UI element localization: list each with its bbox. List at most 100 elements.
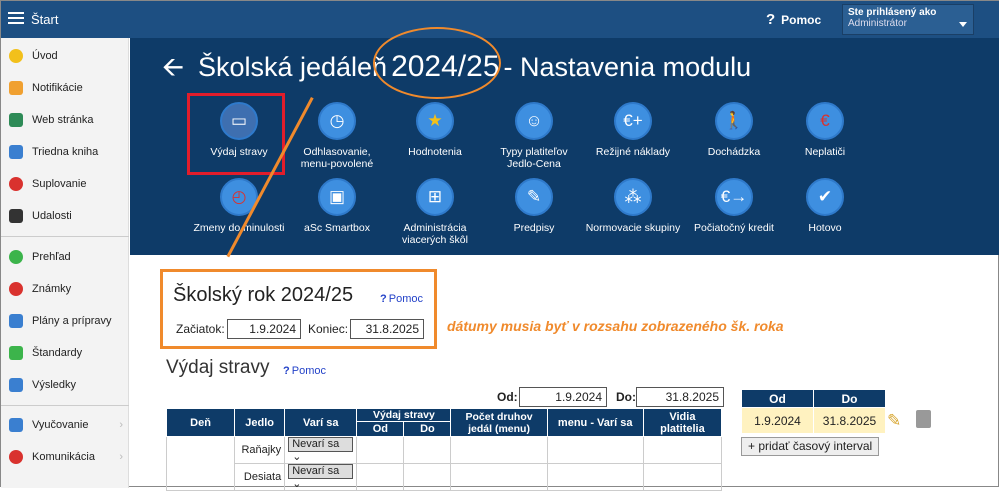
- sidebar-item-label: Úvod: [32, 50, 58, 62]
- module-rezijne-naklady[interactable]: €+ Režijné náklady: [585, 102, 681, 158]
- select-value: Nevarí sa: [292, 438, 340, 450]
- back-arrow-icon[interactable]: 🡨: [162, 52, 184, 82]
- sidebar: Úvod Notifikácie Web stránka Triedna kni…: [1, 38, 129, 488]
- sidebar-item-triedna-kniha[interactable]: Triedna kniha: [1, 136, 129, 168]
- euro-plus-icon: €+: [614, 102, 652, 140]
- interval-col-od: Od: [741, 389, 814, 408]
- module-typy-platitelov[interactable]: ☺ Typy platiteľov Jedlo-Cena: [486, 102, 582, 170]
- module-pociatocny-kredit[interactable]: €→ Počiatočný kredit: [686, 178, 782, 234]
- module-hodnotenia[interactable]: ★ Hodnotenia: [387, 102, 483, 158]
- sidebar-item-label: Web stránka: [32, 114, 94, 126]
- star-icon: [9, 49, 23, 63]
- user-name: Administrátor: [848, 18, 907, 29]
- col-vari-sa: Varí sa: [284, 408, 358, 437]
- chevron-right-icon: ›: [119, 419, 123, 431]
- sidebar-item-plany[interactable]: Plány a prípravy: [1, 305, 129, 337]
- top-bar: Štart ? Pomoc Ste prihlásený ako Administ…: [1, 1, 999, 38]
- sidebar-item-notifikacie[interactable]: Notifikácie: [1, 72, 129, 104]
- interval-col-do: Do: [813, 389, 886, 408]
- highlight-box: [187, 93, 285, 175]
- sidebar-item-label: Prehľad: [32, 251, 71, 263]
- do-input[interactable]: 31.8.2025: [636, 387, 724, 407]
- col-jedlo: Jedlo: [234, 408, 286, 437]
- help-label: Pomoc: [781, 13, 822, 27]
- table-row: Desiata Nevarí sa ⌄: [167, 463, 723, 491]
- col-den: Deň: [165, 408, 236, 437]
- sidebar-item-label: Triedna kniha: [32, 146, 99, 158]
- vari-sa-select[interactable]: Nevarí sa ⌄: [288, 437, 354, 463]
- chevron-down-icon: ⌄: [292, 451, 302, 463]
- sidebar-item-vyucovanie[interactable]: Vyučovanie ›: [1, 409, 129, 441]
- table-cell: [165, 436, 236, 491]
- module-label: Hodnotenia: [408, 146, 462, 158]
- help-link[interactable]: ? Pomoc: [380, 293, 423, 305]
- sidebar-item-web[interactable]: Web stránka: [1, 104, 129, 136]
- user-dropdown[interactable]: Ste prihlásený ako Administrátor: [842, 4, 974, 35]
- help-link[interactable]: ? Pomoc: [283, 365, 326, 377]
- euro-arrow-icon: €→: [715, 178, 753, 216]
- add-interval-button[interactable]: + pridať časový interval: [741, 437, 880, 456]
- table-cell: [450, 463, 548, 491]
- module-label: Neplatiči: [804, 146, 846, 158]
- table-cell: [546, 436, 644, 464]
- sidebar-item-komunikacia[interactable]: Komunikácia ›: [1, 441, 129, 473]
- title-suffix: - Nastavenia modulu: [503, 52, 752, 82]
- trash-icon[interactable]: [916, 410, 931, 428]
- star-icon: ★: [416, 102, 454, 140]
- table-cell: [450, 436, 548, 464]
- col-vydaj-stravy: Výdaj stravy: [356, 408, 452, 422]
- od-input[interactable]: 1.9.2024: [519, 387, 607, 407]
- module-label: Režijné náklady: [595, 146, 671, 158]
- grades-icon: [9, 282, 23, 296]
- sidebar-item-label: Známky: [32, 283, 72, 295]
- chat-icon: [9, 450, 23, 464]
- caret-down-icon: [959, 22, 967, 27]
- help-link[interactable]: ? Pomoc: [766, 11, 821, 28]
- start-link[interactable]: Štart: [31, 12, 58, 27]
- module-neplatici[interactable]: € Neplatiči: [777, 102, 873, 158]
- school-year-box: Školský rok 2024/25 ? Pomoc Začiatok: 1.9…: [160, 269, 437, 349]
- module-administracia[interactable]: ⊞ Administrácia viacerých škôl: [387, 178, 483, 246]
- menu-icon[interactable]: [8, 12, 24, 24]
- chevron-down-icon: ⌄: [292, 478, 302, 490]
- module-zmeny-do-minulosti[interactable]: ◴ Zmeny do minulosti: [191, 178, 287, 234]
- sidebar-item-vysledky[interactable]: Výsledky: [1, 369, 129, 401]
- sidebar-item-standardy[interactable]: Štandardy: [1, 337, 129, 369]
- sidebar-item-prehlad[interactable]: Prehľad: [1, 241, 129, 273]
- sidebar-item-znamky[interactable]: Známky: [1, 273, 129, 305]
- help-label: Pomoc: [291, 365, 326, 377]
- table-row: Raňajky Nevarí sa ⌄: [165, 436, 723, 491]
- od-label: Od:: [497, 390, 518, 404]
- title-text: Školská jedáleň: [197, 52, 388, 82]
- vari-sa-select[interactable]: Nevarí sa ⌄: [288, 464, 354, 490]
- book-icon: [9, 145, 23, 159]
- clock-icon: ◷: [318, 102, 356, 140]
- shield-icon: [9, 346, 23, 360]
- interval-table: Od Do 1.9.2024 31.8.2025: [741, 389, 886, 434]
- question-icon: ?: [380, 293, 387, 305]
- module-smartbox[interactable]: ▣ aSc Smartbox: [289, 178, 385, 234]
- module-label: Hotovo: [808, 222, 842, 234]
- money-bag-icon: €: [806, 102, 844, 140]
- pencil-icon[interactable]: ✎: [887, 411, 901, 431]
- sidebar-item-uvod[interactable]: Úvod: [1, 40, 129, 72]
- module-normovacie-skupiny[interactable]: ⁂ Normovacie skupiny: [585, 178, 681, 234]
- end-date-input[interactable]: 31.8.2025: [350, 319, 424, 339]
- start-date-input[interactable]: 1.9.2024: [227, 319, 301, 339]
- annotation-note: dátumy musia byť v rozsahu zobrazeného š…: [447, 318, 784, 334]
- module-predpisy[interactable]: ✎ Predpisy: [486, 178, 582, 234]
- user-label: Ste prihlásený ako: [848, 7, 937, 18]
- module-dochadzka[interactable]: 🚶 Dochádzka: [686, 102, 782, 158]
- interval-od: 1.9.2024: [741, 407, 814, 434]
- do-label: Do:: [616, 390, 636, 404]
- sidebar-item-label: Notifikácie: [32, 82, 83, 94]
- sidebar-item-suplovanie[interactable]: Suplovanie: [1, 168, 129, 200]
- module-hotovo[interactable]: ✔ Hotovo: [777, 178, 873, 234]
- highlight-ellipse: [373, 27, 501, 99]
- sidebar-item-label: Komunikácia: [32, 451, 95, 463]
- table-cell: [642, 463, 723, 491]
- sidebar-item-udalosti[interactable]: Udalosti: [1, 200, 129, 232]
- table-cell: [356, 436, 405, 464]
- open-book-icon: [9, 418, 23, 432]
- sidebar-item-label: Udalosti: [32, 210, 72, 222]
